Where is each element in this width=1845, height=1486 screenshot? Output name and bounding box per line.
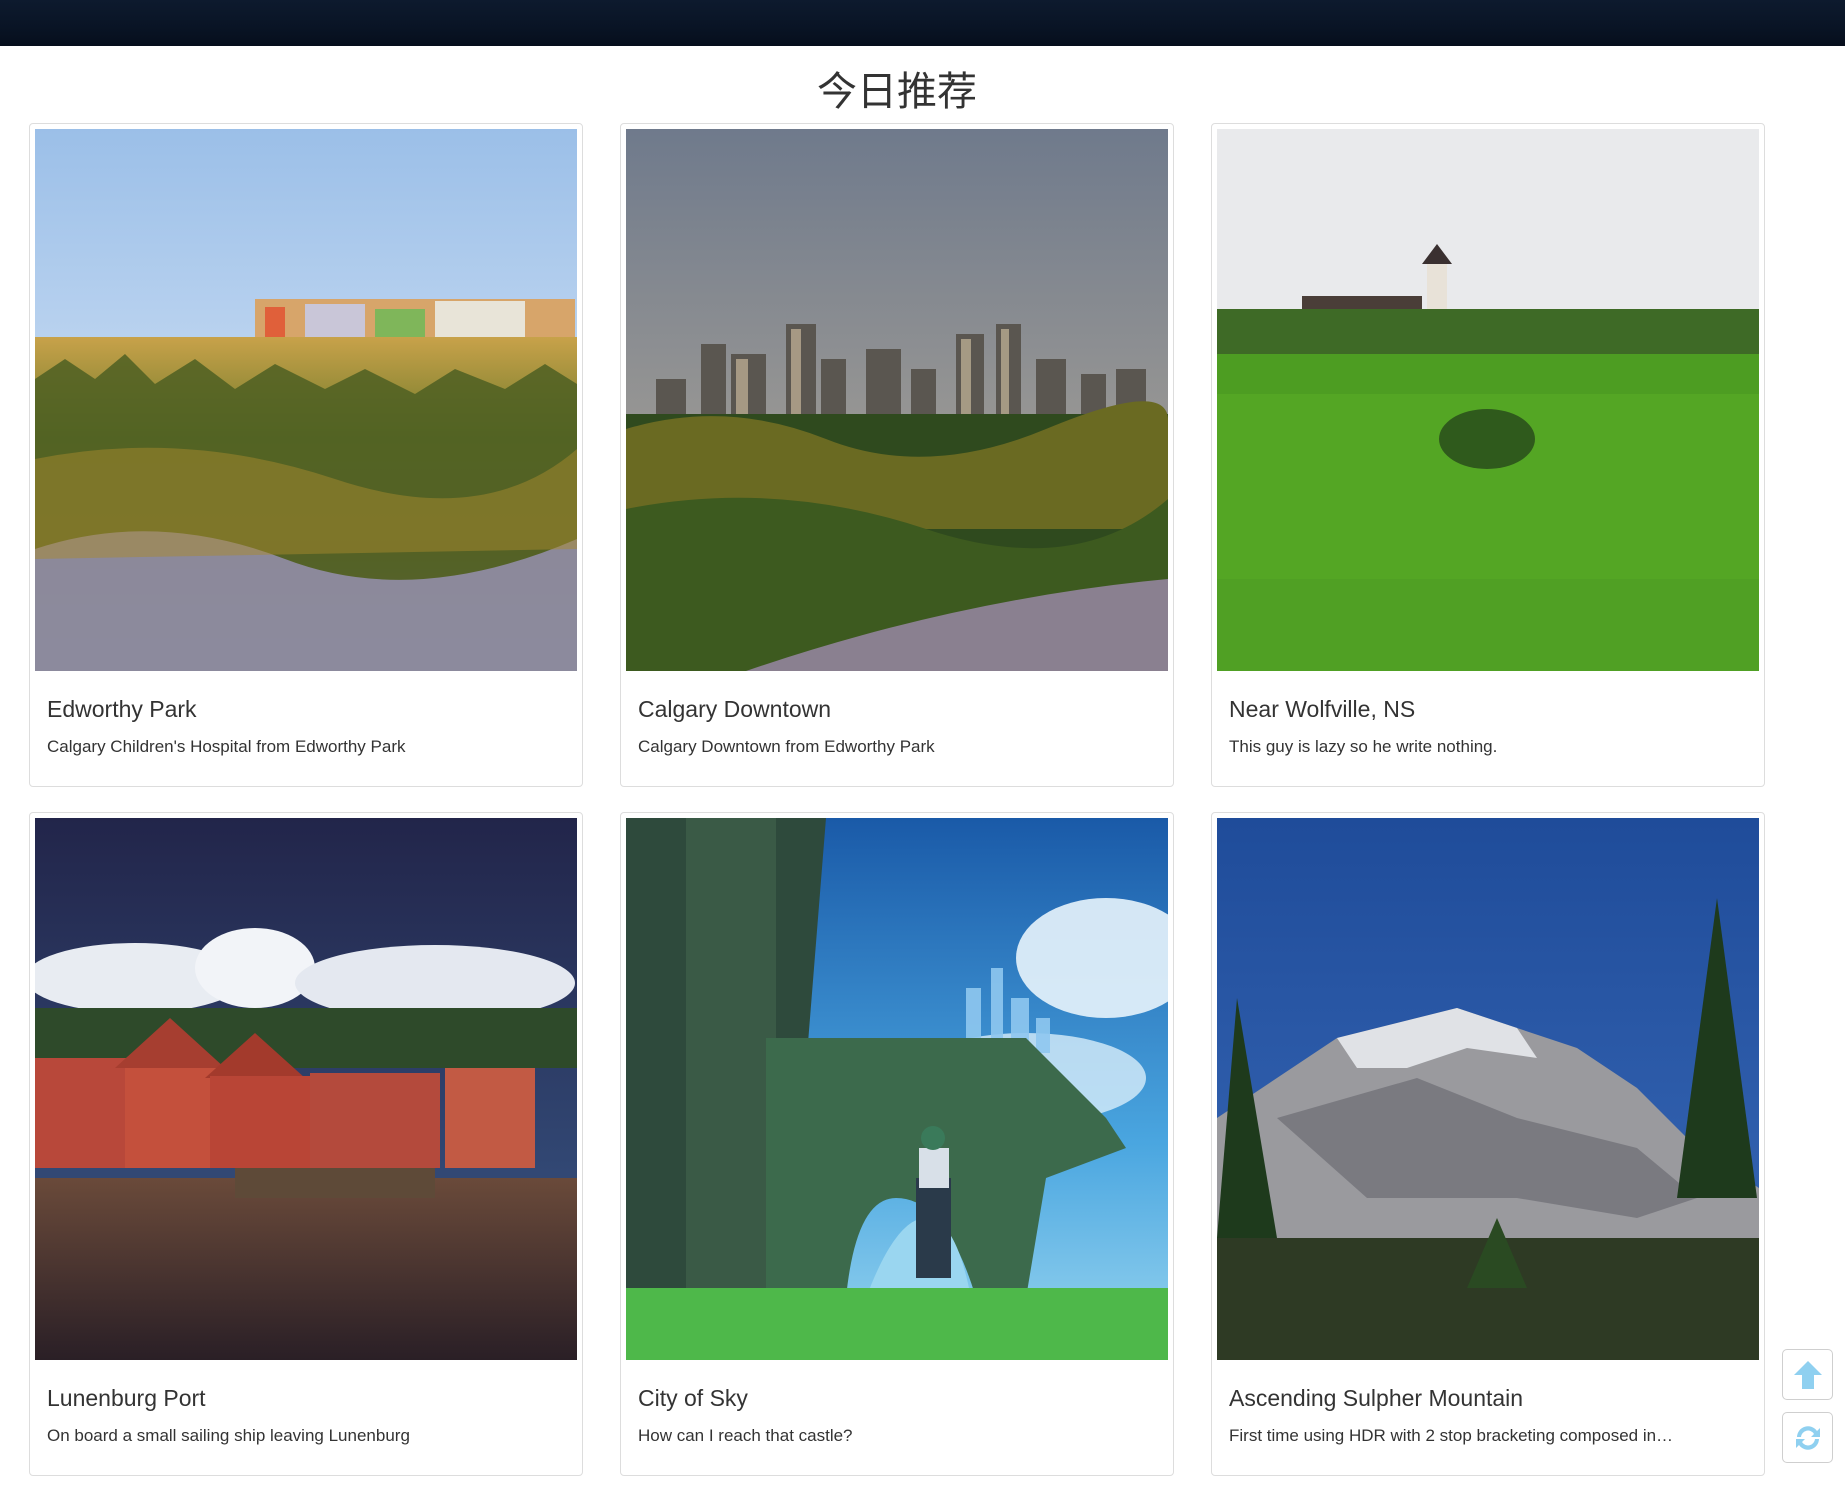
card-description: How can I reach that castle? — [638, 1426, 853, 1445]
page-title: 今日推荐 — [817, 69, 977, 115]
card-title[interactable]: Ascending Sulpher Mountain — [1229, 1383, 1523, 1413]
field-photo[interactable] — [1217, 129, 1759, 671]
photo-card[interactable]: Near Wolfville, NS This guy is lazy so h… — [1211, 123, 1765, 787]
card-description: Calgary Children's Hospital from Edworth… — [47, 737, 406, 756]
mountain-photo[interactable] — [1217, 818, 1759, 1360]
card-title[interactable]: Calgary Downtown — [638, 694, 831, 724]
card-title[interactable]: Lunenburg Port — [47, 1383, 206, 1413]
card-title[interactable]: Near Wolfville, NS — [1229, 694, 1415, 724]
photo-card[interactable]: Lunenburg Port On board a small sailing … — [29, 812, 583, 1476]
top-navbar — [0, 0, 1845, 46]
arrow-up-icon — [1793, 1360, 1822, 1389]
card-title[interactable]: City of Sky — [638, 1383, 748, 1413]
photo-card[interactable]: City of Sky How can I reach that castle? — [620, 812, 1174, 1476]
city-skyline-photo[interactable] — [626, 129, 1168, 671]
refresh-button[interactable] — [1782, 1412, 1833, 1463]
photo-grid: Edworthy Park Calgary Children's Hospita… — [29, 123, 1765, 1476]
photo-card[interactable]: Edworthy Park Calgary Children's Hospita… — [29, 123, 583, 787]
landscape-photo[interactable] — [35, 129, 577, 671]
refresh-icon — [1795, 1425, 1820, 1450]
card-description: Calgary Downtown from Edworthy Park — [638, 737, 935, 756]
scroll-top-button[interactable] — [1782, 1349, 1833, 1400]
card-title[interactable]: Edworthy Park — [47, 694, 197, 724]
photo-card[interactable]: Ascending Sulpher Mountain First time us… — [1211, 812, 1765, 1476]
card-description: This guy is lazy so he write nothing. — [1229, 737, 1498, 756]
harbor-photo[interactable] — [35, 818, 577, 1360]
photo-card[interactable]: Calgary Downtown Calgary Downtown from E… — [620, 123, 1174, 787]
card-description: First time using HDR with 2 stop bracket… — [1229, 1426, 1674, 1445]
fantasy-art-photo[interactable] — [626, 818, 1168, 1360]
card-description: On board a small sailing ship leaving Lu… — [47, 1426, 410, 1445]
